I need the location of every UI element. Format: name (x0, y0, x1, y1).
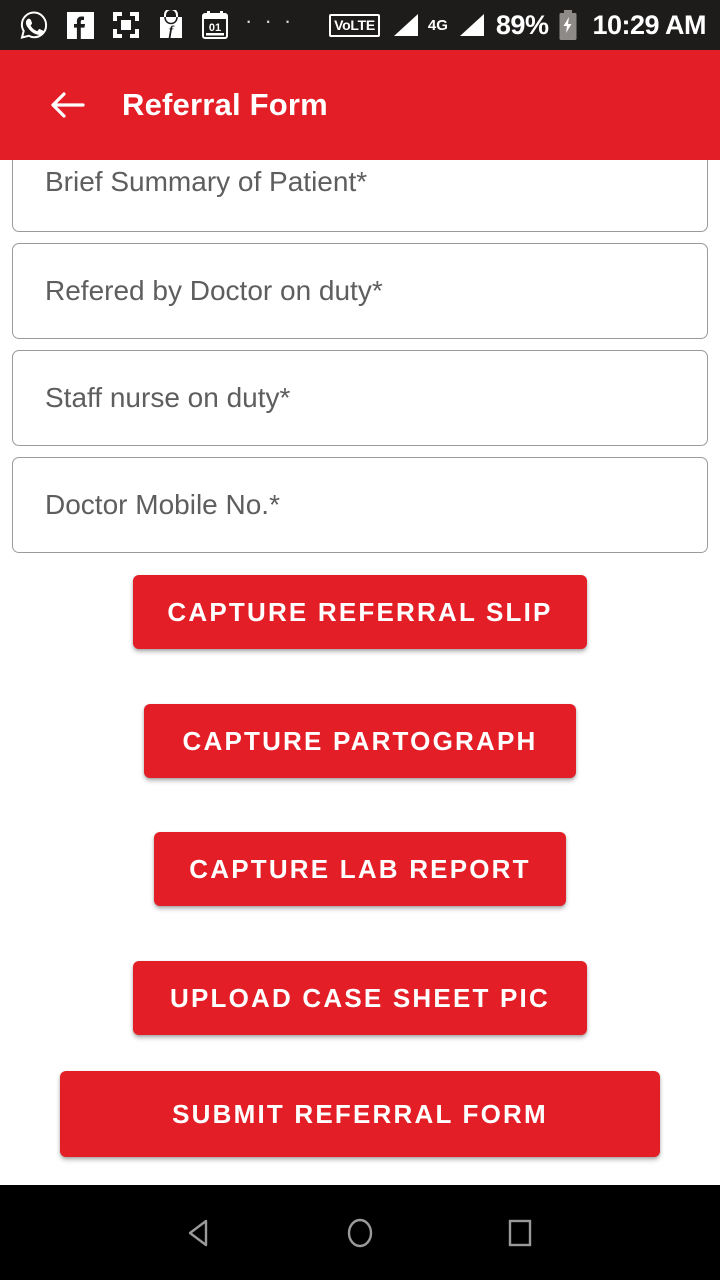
status-bar-notification-icons: f 01 · · · (18, 9, 294, 41)
clock-label: 10:29 AM (592, 9, 706, 40)
doctor-mobile-no-placeholder: Doctor Mobile No.* (45, 489, 280, 520)
home-nav-icon[interactable] (338, 1211, 382, 1255)
submit-referral-form-button[interactable]: SUBMIT REFERRAL FORM (60, 1071, 660, 1157)
screen-capture-icon (111, 10, 141, 40)
signal-bars-sim2-icon (456, 11, 486, 39)
staff-nurse-on-duty-placeholder: Staff nurse on duty* (45, 382, 291, 413)
svg-text:01: 01 (209, 22, 221, 34)
android-navigation-bar (0, 1185, 720, 1280)
back-nav-icon[interactable] (178, 1211, 222, 1255)
staff-nurse-on-duty-field[interactable]: Staff nurse on duty* (12, 350, 708, 446)
facebook-icon (66, 11, 95, 40)
refered-by-doctor-on-duty-field[interactable]: Refered by Doctor on duty* (12, 243, 708, 339)
whatsapp-icon (18, 9, 50, 41)
recents-nav-icon[interactable] (498, 1211, 542, 1255)
battery-charging-icon (558, 9, 578, 41)
capture-referral-slip-button[interactable]: CAPTURE REFERRAL SLIP (133, 575, 587, 649)
status-bar: f 01 · · · VoLTE 4G 89% 10:29 AM (0, 0, 720, 50)
brief-summary-of-patient-placeholder: Brief Summary of Patient* (45, 166, 368, 197)
upload-case-sheet-pic-button[interactable]: UPLOAD CASE SHEET PIC (133, 961, 587, 1035)
doctor-mobile-no-field[interactable]: Doctor Mobile No.* (12, 457, 708, 553)
flipkart-icon: f (157, 10, 185, 40)
page-title: Referral Form (122, 87, 328, 122)
volte-badge: VoLTE (329, 13, 380, 37)
app-bar: Referral Form (0, 50, 720, 160)
signal-bars-sim1-icon (390, 11, 420, 39)
calendar-icon: 01 (201, 10, 229, 40)
capture-partograph-button[interactable]: CAPTURE PARTOGRAPH (144, 704, 576, 778)
phone-screen: f 01 · · · VoLTE 4G 89% 10:29 AM Referra… (0, 0, 720, 1280)
status-overflow-dots: · · · (245, 8, 295, 33)
refered-by-doctor-on-duty-placeholder: Refered by Doctor on duty* (45, 275, 383, 306)
capture-lab-report-button[interactable]: CAPTURE LAB REPORT (154, 832, 566, 906)
back-arrow-icon[interactable] (48, 86, 86, 124)
action-buttons-group: CAPTURE REFERRAL SLIP CAPTURE PARTOGRAPH… (12, 553, 708, 1157)
network-type-label: 4G (427, 17, 448, 34)
battery-percent-label: 89% (495, 9, 549, 40)
status-bar-system-icons: VoLTE 4G 89% 10:29 AM (329, 9, 706, 41)
form-scroll-area[interactable]: Brief Summary of Patient* Refered by Doc… (0, 160, 720, 1185)
brief-summary-of-patient-field[interactable]: Brief Summary of Patient* (12, 160, 708, 232)
